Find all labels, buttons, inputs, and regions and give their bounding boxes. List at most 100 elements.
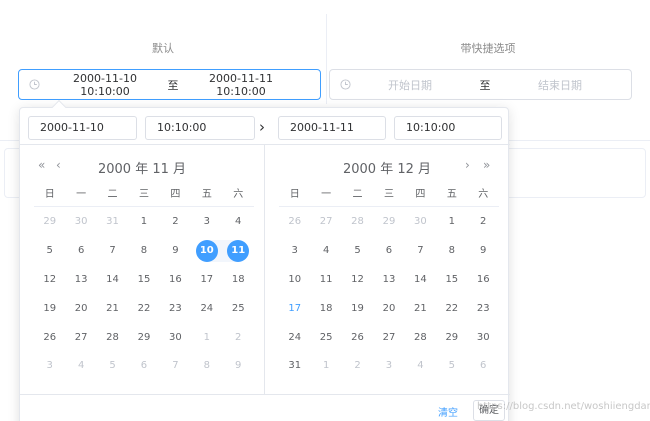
calendar-day[interactable]: 12 — [34, 269, 65, 291]
calendar-day[interactable]: 21 — [97, 298, 128, 320]
calendar-day[interactable]: 8 — [436, 240, 467, 262]
calendar-day[interactable]: 27 — [310, 211, 341, 233]
next-year-icon[interactable]: » — [483, 158, 490, 172]
calendar-day[interactable]: 2 — [342, 355, 373, 377]
calendar-day[interactable]: 29 — [373, 211, 404, 233]
calendar-day[interactable]: 1 — [436, 211, 467, 233]
calendar-day[interactable]: 31 — [97, 211, 128, 233]
start-date-field[interactable]: 2000-11-10 — [28, 116, 137, 140]
calendar-day[interactable]: 22 — [128, 298, 159, 320]
clear-button[interactable]: 清空 — [438, 404, 458, 419]
calendar-day[interactable]: 3 — [279, 240, 310, 262]
calendar-day[interactable]: 15 — [128, 269, 159, 291]
calendar-day[interactable]: 27 — [65, 327, 96, 349]
calendar-day[interactable]: 5 — [97, 355, 128, 377]
calendar-day[interactable]: 4 — [310, 240, 341, 262]
calendar-day[interactable]: 1 — [128, 211, 159, 233]
calendar-day[interactable]: 20 — [373, 298, 404, 320]
calendar-day[interactable]: 2 — [223, 327, 254, 349]
calendar-day[interactable]: 3 — [373, 355, 404, 377]
calendar-day[interactable]: 5 — [436, 355, 467, 377]
calendar-day[interactable]: 7 — [405, 240, 436, 262]
calendar-day[interactable]: 9 — [223, 355, 254, 377]
calendar-day[interactable]: 9 — [160, 240, 191, 262]
calendar-day[interactable]: 26 — [34, 327, 65, 349]
calendar-day[interactable]: 4 — [65, 355, 96, 377]
calendar-day[interactable]: 16 — [160, 269, 191, 291]
calendar-day[interactable]: 30 — [160, 327, 191, 349]
calendar-day[interactable]: 8 — [191, 355, 222, 377]
calendar-day[interactable]: 7 — [97, 240, 128, 262]
calendar-day[interactable]: 3 — [34, 355, 65, 377]
start-date-placeholder[interactable]: 开始日期 — [360, 77, 460, 93]
calendar-day[interactable]: 19 — [342, 298, 373, 320]
calendar-day[interactable]: 28 — [97, 327, 128, 349]
calendar-day[interactable]: 13 — [65, 269, 96, 291]
calendar-day[interactable]: 1 — [191, 327, 222, 349]
calendar-day[interactable]: 10 — [279, 269, 310, 291]
calendar-day[interactable]: 27 — [373, 327, 404, 349]
calendar-day[interactable]: 18 — [223, 269, 254, 291]
calendar-day[interactable]: 23 — [468, 298, 499, 320]
calendar-day[interactable]: 12 — [342, 269, 373, 291]
calendar-day[interactable]: 2 — [468, 211, 499, 233]
start-time-field[interactable]: 10:10:00 — [145, 116, 255, 140]
calendar-day[interactable]: 17 — [191, 269, 222, 291]
calendar-day[interactable]: 24 — [191, 298, 222, 320]
calendar-day[interactable]: 3 — [191, 211, 222, 233]
calendar-day[interactable]: 4 — [405, 355, 436, 377]
calendar-day[interactable]: 28 — [405, 327, 436, 349]
calendar-day[interactable]: 29 — [436, 327, 467, 349]
calendar-day[interactable]: 14 — [405, 269, 436, 291]
end-date-field[interactable]: 2000-11-11 — [278, 116, 386, 140]
calendar-day[interactable]: 25 — [223, 298, 254, 320]
calendar-day[interactable]: 6 — [468, 355, 499, 377]
calendar-day[interactable]: 22 — [436, 298, 467, 320]
calendar-day[interactable]: 6 — [65, 240, 96, 262]
calendar-day[interactable]: 30 — [468, 327, 499, 349]
calendar-day[interactable]: 30 — [405, 211, 436, 233]
calendar-day[interactable]: 2 — [160, 211, 191, 233]
calendar-day[interactable]: 24 — [279, 327, 310, 349]
calendar-day[interactable]: 4 — [223, 211, 254, 233]
calendar-day[interactable]: 23 — [160, 298, 191, 320]
calendar-day[interactable]: 11 — [310, 269, 341, 291]
calendar-day[interactable]: 26 — [342, 327, 373, 349]
calendar-day[interactable]: 20 — [65, 298, 96, 320]
calendar-day[interactable]: 8 — [128, 240, 159, 262]
calendar-day[interactable]: 9 — [468, 240, 499, 262]
range-start-value[interactable]: 2000-11-10 10:10:00 — [49, 72, 161, 98]
calendar-day[interactable]: 19 — [34, 298, 65, 320]
calendar-day[interactable]: 31 — [279, 355, 310, 377]
calendar-day[interactable]: 10 — [191, 240, 223, 263]
calendar-day[interactable]: 6 — [128, 355, 159, 377]
calendar-day[interactable]: 16 — [468, 269, 499, 291]
calendar-day[interactable]: 15 — [436, 269, 467, 291]
calendar-day[interactable]: 30 — [65, 211, 96, 233]
calendar-day[interactable]: 13 — [373, 269, 404, 291]
calendar-day-number: 5 — [448, 360, 455, 372]
calendar-day[interactable]: 21 — [405, 298, 436, 320]
next-month-icon[interactable]: › — [465, 158, 470, 172]
calendar-day[interactable]: 5 — [342, 240, 373, 262]
calendar-day[interactable]: 14 — [97, 269, 128, 291]
calendar-day[interactable]: 7 — [160, 355, 191, 377]
calendar-day[interactable]: 29 — [128, 327, 159, 349]
calendar-day[interactable]: 29 — [34, 211, 65, 233]
end-date-placeholder[interactable]: 结束日期 — [510, 77, 610, 93]
shortcut-range-input[interactable]: 开始日期 至 结束日期 — [329, 69, 632, 100]
default-range-input[interactable]: 2000-11-10 10:10:00 至 2000-11-11 10:10:0… — [18, 69, 321, 100]
calendar-day-number: 8 — [140, 245, 148, 257]
calendar-day[interactable]: 18 — [310, 298, 341, 320]
calendar-day[interactable]: 25 — [310, 327, 341, 349]
calendar-day[interactable]: 28 — [342, 211, 373, 233]
calendar-day[interactable]: 5 — [34, 240, 65, 262]
end-time-field[interactable]: 10:10:00 — [394, 116, 502, 140]
range-end-value[interactable]: 2000-11-11 10:10:00 — [185, 72, 297, 98]
calendar-day[interactable]: 1 — [310, 355, 341, 377]
calendar-day[interactable]: 26 — [279, 211, 310, 233]
calendar-day[interactable]: 17 — [279, 298, 310, 320]
calendar-day[interactable]: 6 — [373, 240, 404, 262]
calendar-day[interactable]: 11 — [222, 240, 254, 263]
section-title-default: 默认 — [152, 42, 174, 55]
